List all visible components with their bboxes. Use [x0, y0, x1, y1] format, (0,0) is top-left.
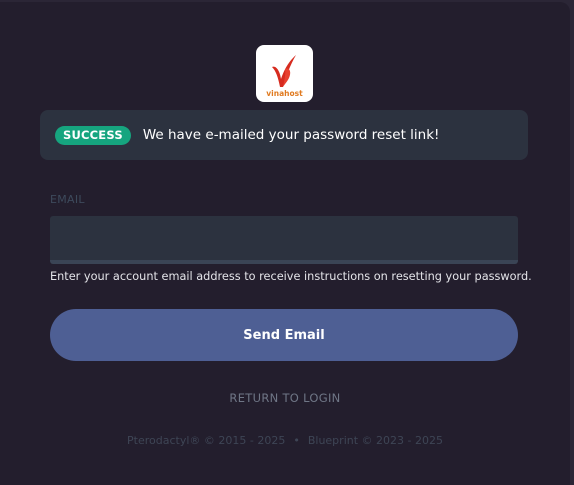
- footer: Pterodactyl® © 2015 - 2025 • Blueprint © 2…: [0, 434, 570, 447]
- footer-pterodactyl[interactable]: Pterodactyl® © 2015 - 2025: [127, 434, 285, 447]
- alert-message: We have e-mailed your password reset lin…: [142, 127, 440, 143]
- footer-separator: •: [293, 434, 300, 447]
- success-alert: SUCCESS We have e-mailed your password r…: [40, 110, 528, 160]
- login-panel: vinahost SUCCESS We have e-mailed your p…: [0, 2, 570, 485]
- vinahost-logo-icon: vinahost: [266, 55, 303, 98]
- email-help-text: Enter your account email address to rece…: [50, 270, 532, 283]
- email-field[interactable]: [50, 216, 518, 264]
- logo-brand-text: vinahost: [266, 89, 303, 98]
- vinahost-logo: vinahost: [256, 45, 313, 102]
- email-label: EMAIL: [50, 193, 85, 206]
- send-email-button[interactable]: Send Email: [50, 309, 518, 361]
- success-badge: SUCCESS: [55, 125, 131, 145]
- footer-blueprint[interactable]: Blueprint © 2023 - 2025: [308, 434, 443, 447]
- return-to-login-link[interactable]: RETURN TO LOGIN: [0, 391, 570, 405]
